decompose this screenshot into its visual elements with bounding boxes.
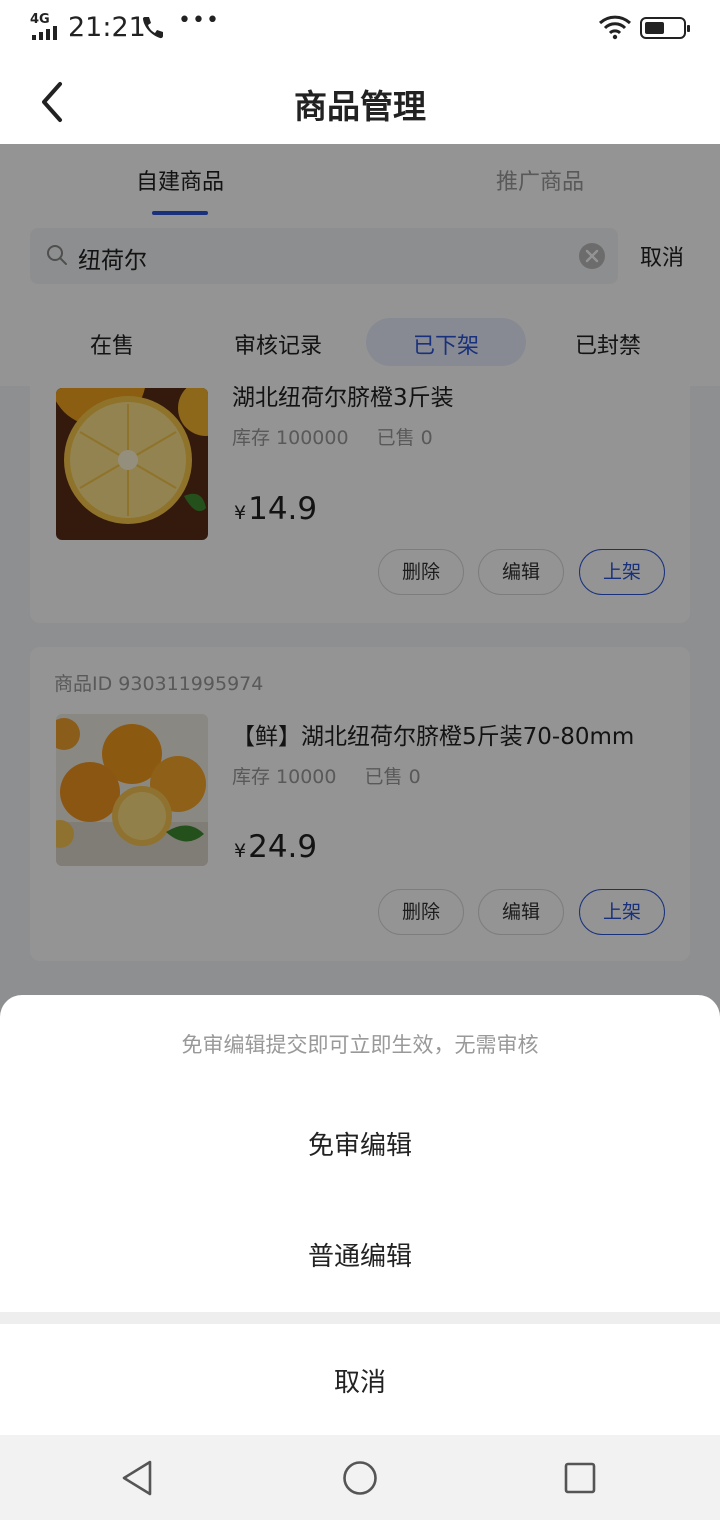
review-free-edit-option[interactable]: 免审编辑 — [0, 1125, 720, 1162]
battery-icon — [640, 17, 690, 39]
phone-icon — [142, 17, 163, 39]
clock: 21:21 — [68, 12, 146, 43]
page-title: 商品管理 — [294, 87, 426, 126]
wifi-icon — [598, 15, 632, 40]
action-sheet: 免审编辑提交即可立即生效，无需审核 免审编辑 普通编辑 取消 — [0, 995, 720, 1435]
status-bar: 4G 21:21 ••• — [0, 0, 720, 56]
network-type: 4G — [30, 12, 50, 27]
more-dots-icon: ••• — [178, 8, 220, 33]
recents-square-icon[interactable] — [562, 1459, 598, 1497]
action-sheet-cancel-button[interactable]: 取消 — [0, 1362, 720, 1399]
action-sheet-hint: 免审编辑提交即可立即生效，无需审核 — [181, 1033, 539, 1057]
app-header: 商品管理 — [0, 56, 720, 144]
system-nav-bar — [0, 1435, 720, 1520]
home-circle-icon[interactable] — [342, 1459, 378, 1497]
signal-icon — [32, 26, 62, 40]
normal-edit-option[interactable]: 普通编辑 — [0, 1236, 720, 1273]
divider — [0, 1312, 720, 1324]
back-triangle-icon[interactable] — [120, 1459, 156, 1497]
